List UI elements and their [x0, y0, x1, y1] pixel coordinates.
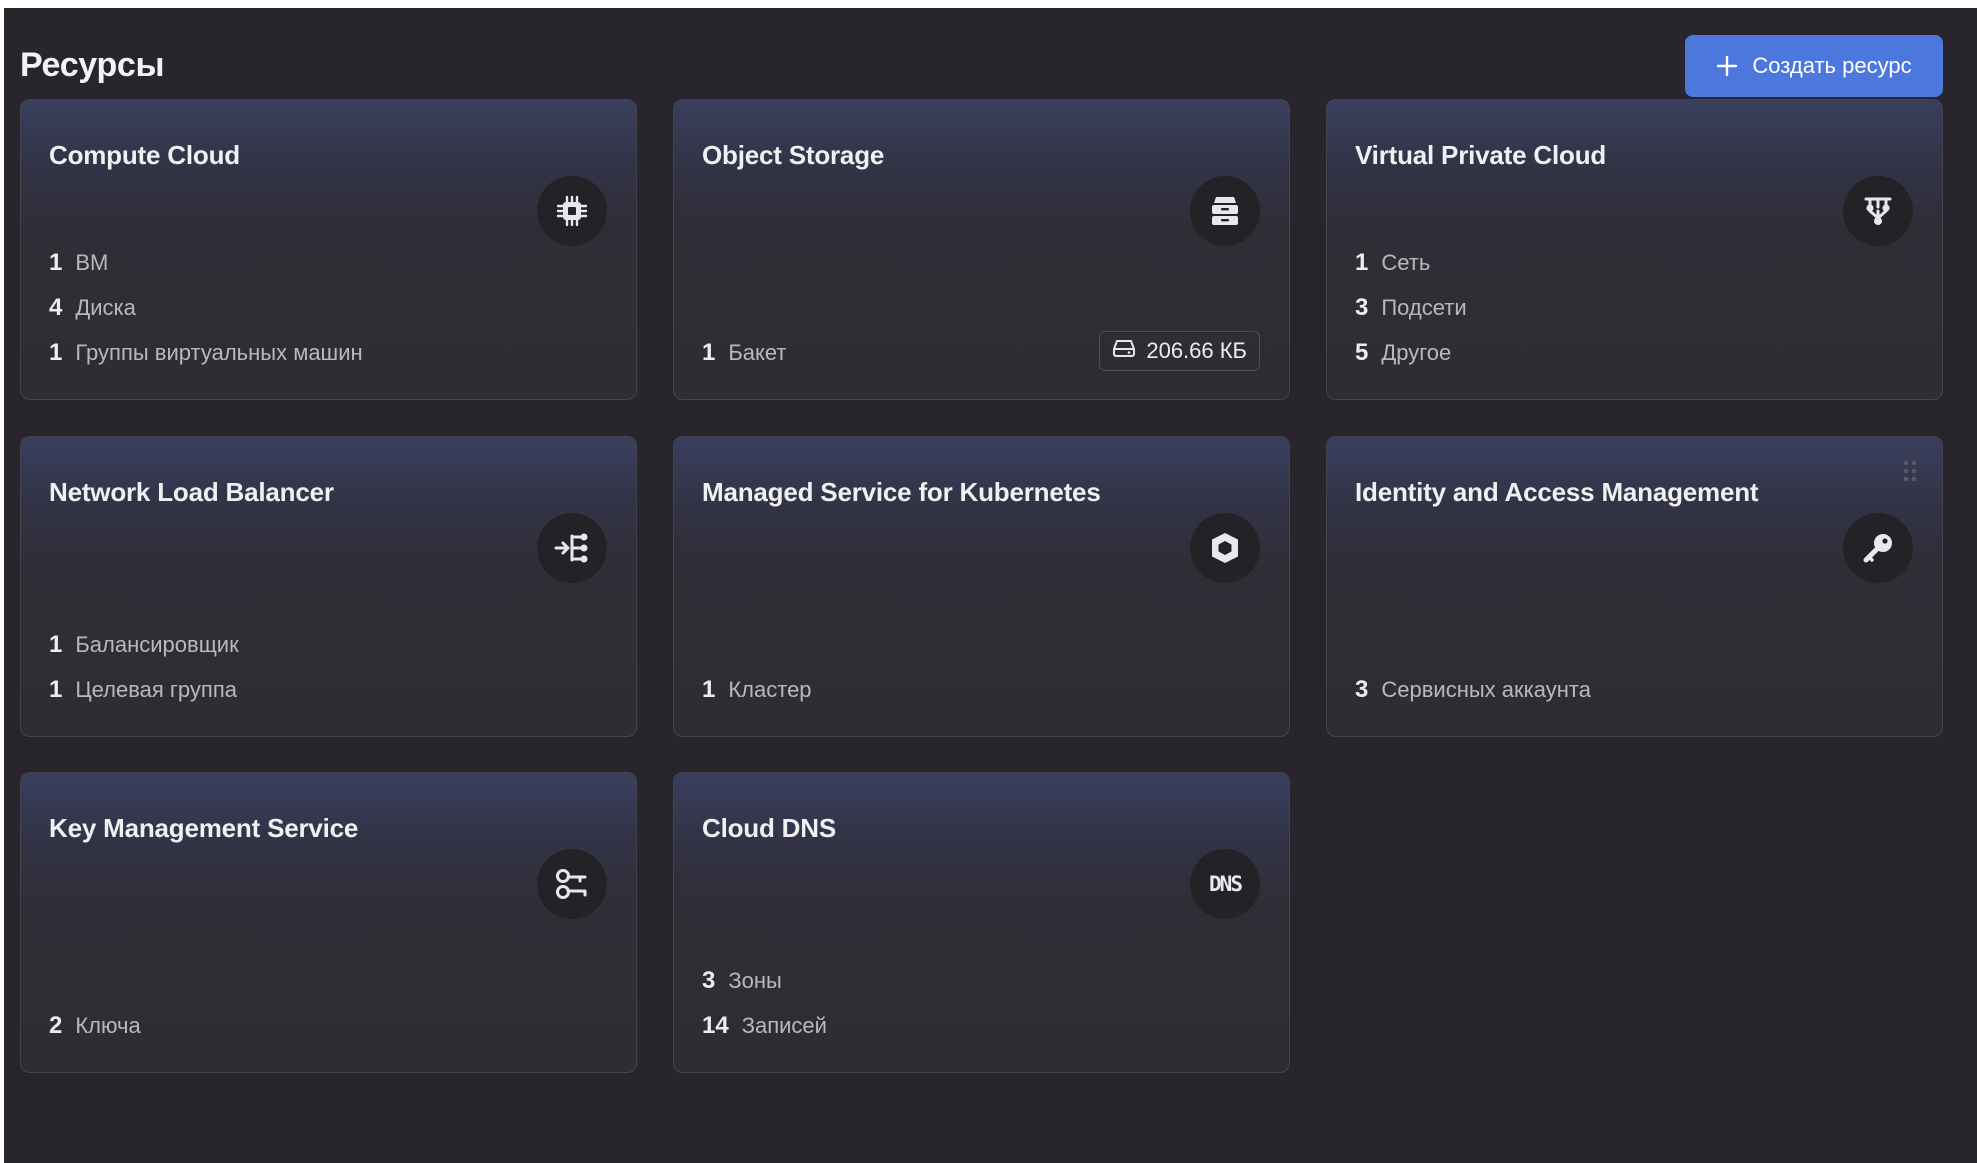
stat-count: 3 — [1355, 676, 1369, 703]
card-title: Object Storage — [702, 140, 885, 170]
stats-list: 3 Зоны 14 Записей — [702, 958, 827, 1048]
service-card-compute-cloud[interactable]: Compute Cloud 1 ВМ 4 Диска 1 Группы виртуал… — [20, 99, 637, 400]
service-card-virtual-private-cloud[interactable]: Virtual Private Cloud 1 Сеть 3 Подсети 5 Др… — [1326, 99, 1943, 400]
stat-label: Группы виртуальных машин — [75, 340, 363, 365]
card-title: Network Load Balancer — [49, 477, 334, 507]
stat-label: Зоны — [728, 968, 782, 993]
stat-item: 1 Группы виртуальных машин — [49, 330, 363, 375]
plus-icon — [1716, 55, 1738, 77]
service-card-network-load-balancer[interactable]: Network Load Balancer 1 Балансировщик 1 Це… — [20, 436, 637, 737]
card-title: Managed Service for Kubernetes — [702, 477, 1101, 507]
stat-label: Кластер — [728, 677, 812, 702]
stat-label: Подсети — [1381, 295, 1467, 320]
stat-count: 14 — [702, 1012, 729, 1039]
stat-item: 1 Целевая группа — [49, 667, 239, 712]
stat-count: 1 — [702, 339, 716, 366]
stat-label: Сервисных аккаунта — [1381, 677, 1591, 702]
stats-list: 1 Бакет — [702, 330, 787, 375]
stat-count: 1 — [49, 339, 63, 366]
create-resource-label: Создать ресурс — [1752, 53, 1912, 78]
stat-count: 1 — [49, 249, 63, 276]
stat-count: 1 — [1355, 249, 1369, 276]
stat-item: 4 Диска — [49, 285, 363, 330]
stat-item: 1 Балансировщик — [49, 622, 239, 667]
stat-item: 3 Зоны — [702, 958, 827, 1003]
stat-count: 1 — [49, 631, 63, 658]
stat-label: Целевая группа — [75, 677, 237, 702]
stat-count: 2 — [49, 1012, 63, 1039]
disk-drive-icon — [1112, 338, 1136, 364]
card-title: Cloud DNS — [702, 813, 836, 843]
page-title: Ресурсы — [20, 46, 165, 84]
kubernetes-icon — [1190, 513, 1260, 583]
stats-list: 1 ВМ 4 Диска 1 Группы виртуальных машин — [49, 240, 363, 375]
storage-size-value: 206.66 КБ — [1146, 338, 1247, 363]
card-title: Identity and Access Management — [1355, 477, 1759, 507]
load-balancer-icon — [537, 513, 607, 583]
stat-label: Сеть — [1381, 250, 1431, 275]
stats-list: 3 Сервисных аккаунта — [1355, 667, 1591, 712]
stats-list: 1 Кластер — [702, 667, 812, 712]
stats-list: 2 Ключа — [49, 1003, 141, 1048]
stat-label: Ключа — [75, 1013, 141, 1038]
service-card-object-storage[interactable]: Object Storage 1 Бакет 206.66 КБ — [673, 99, 1290, 400]
stats-list: 1 Сеть 3 Подсети 5 Другое — [1355, 240, 1467, 375]
stat-label: Другое — [1381, 340, 1452, 365]
service-card-managed-kubernetes[interactable]: Managed Service for Kubernetes 1 Кластер — [673, 436, 1290, 737]
stat-item: 3 Сервисных аккаунта — [1355, 667, 1591, 712]
storage-size-badge: 206.66 КБ — [1099, 331, 1260, 371]
network-icon — [1843, 176, 1913, 246]
key-icon — [1843, 513, 1913, 583]
cpu-chip-icon — [537, 176, 607, 246]
stat-count: 3 — [1355, 294, 1369, 321]
stat-item: 1 ВМ — [49, 240, 363, 285]
card-title: Key Management Service — [49, 813, 359, 843]
service-card-key-management-service[interactable]: Key Management Service 2 Ключа — [20, 772, 637, 1073]
stat-item: 3 Подсети — [1355, 285, 1467, 330]
stat-label: ВМ — [75, 250, 109, 275]
service-card-identity-access-management[interactable]: Identity and Access Management 3 Сервисны… — [1326, 436, 1943, 737]
stat-item: 1 Бакет — [702, 330, 787, 375]
resources-page: Ресурсы Создать ресурс Compute Cloud 1 ВМ… — [4, 8, 1977, 1163]
stat-count: 3 — [702, 967, 716, 994]
stat-item: 2 Ключа — [49, 1003, 141, 1048]
stat-label: Записей — [741, 1013, 827, 1038]
stat-label: Бакет — [728, 340, 787, 365]
stat-count: 1 — [702, 676, 716, 703]
stat-item: 1 Кластер — [702, 667, 812, 712]
kms-key-icon — [537, 849, 607, 919]
dns-icon-text: DNS — [1209, 872, 1243, 896]
stat-count: 4 — [49, 294, 63, 321]
stat-label: Диска — [75, 295, 136, 320]
stat-item: 1 Сеть — [1355, 240, 1467, 285]
storage-archive-icon — [1190, 176, 1260, 246]
drag-handle-icon[interactable] — [1902, 459, 1918, 483]
stat-item: 14 Записей — [702, 1003, 827, 1048]
dns-icon: DNS — [1190, 849, 1260, 919]
stat-item: 5 Другое — [1355, 330, 1467, 375]
stat-count: 5 — [1355, 339, 1369, 366]
create-resource-button[interactable]: Создать ресурс — [1685, 35, 1943, 97]
service-card-cloud-dns[interactable]: Cloud DNS DNS 3 Зоны 14 Записей — [673, 772, 1290, 1073]
stat-label: Балансировщик — [75, 632, 239, 657]
card-title: Compute Cloud — [49, 140, 240, 170]
card-title: Virtual Private Cloud — [1355, 140, 1607, 170]
stat-count: 1 — [49, 676, 63, 703]
stats-list: 1 Балансировщик 1 Целевая группа — [49, 622, 239, 712]
